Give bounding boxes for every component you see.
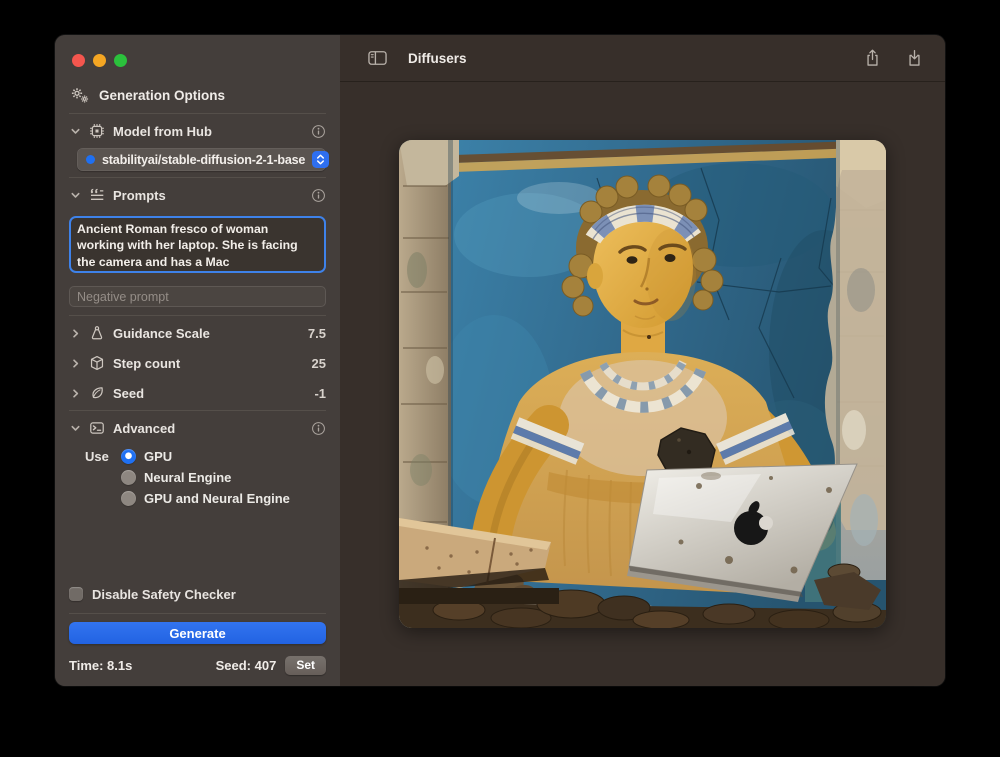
radio-gpu[interactable] (121, 449, 136, 464)
minimize-button[interactable] (93, 54, 106, 67)
generated-image[interactable] (399, 140, 886, 628)
use-label: Use (85, 449, 113, 464)
step-count-value: 25 (312, 356, 326, 371)
save-image-button[interactable] (900, 44, 928, 72)
divider (69, 613, 326, 614)
model-select-value: stabilityai/stable-diffusion-2-1-base (102, 153, 305, 167)
close-button[interactable] (72, 54, 85, 67)
divider (69, 113, 326, 114)
info-icon[interactable] (311, 421, 326, 436)
share-button[interactable] (858, 44, 886, 72)
divider (69, 410, 326, 411)
guidance-scale-label: Guidance Scale (113, 326, 210, 341)
sidebar-title: Generation Options (99, 88, 225, 103)
step-count-label: Step count (113, 356, 180, 371)
compute-option-gpu-and-neural-engine: GPU and Neural Engine (55, 489, 340, 508)
advanced-section-row: Advanced (55, 415, 340, 441)
chip-icon (88, 123, 106, 139)
main-pane: Diffusers (340, 35, 945, 686)
divider (69, 177, 326, 178)
status-bar: Time: 8.1s Seed: 407 Set (55, 644, 340, 686)
chevron-down-icon[interactable] (69, 126, 81, 137)
negative-prompt-input[interactable] (69, 286, 326, 307)
sidebar: Generation Options Model from Hub sta (55, 35, 340, 686)
compute-option-neural-engine: Neural Engine (55, 468, 340, 487)
disable-safety-checkbox[interactable] (69, 587, 83, 601)
chevron-down-icon[interactable] (69, 190, 81, 201)
model-label: Model from Hub (113, 124, 212, 139)
model-select[interactable]: stabilityai/stable-diffusion-2-1-base (77, 148, 326, 171)
seed-row: Seed -1 (55, 380, 340, 406)
cube-icon (88, 355, 106, 371)
sidebar-bottom: Disable Safety Checker Generate Time: 8.… (55, 582, 340, 686)
toolbar-actions (858, 44, 928, 72)
info-icon[interactable] (311, 188, 326, 203)
radio-gpu-and-neural-engine[interactable] (121, 491, 136, 506)
info-icon[interactable] (311, 124, 326, 139)
window-title: Diffusers (408, 51, 467, 66)
seed-status: Seed: 407 (216, 658, 277, 673)
sidebar-toggle-button[interactable] (363, 44, 391, 72)
prompt-input[interactable]: Ancient Roman fresco of woman working wi… (69, 216, 326, 273)
gears-icon (69, 87, 91, 104)
terminal-icon (88, 420, 106, 436)
traffic-lights (55, 35, 340, 67)
guidance-scale-value: 7.5 (308, 326, 326, 341)
set-seed-button[interactable]: Set (285, 656, 326, 675)
chevron-right-icon[interactable] (69, 358, 81, 369)
chevron-down-icon[interactable] (69, 423, 81, 434)
guidance-scale-row: Guidance Scale 7.5 (55, 320, 340, 346)
step-count-row: Step count 25 (55, 350, 340, 376)
model-section-row: Model from Hub (55, 118, 340, 144)
safety-checker-row: Disable Safety Checker (55, 582, 340, 606)
text-quote-icon (88, 187, 106, 203)
compute-option-gpu: Use GPU (55, 447, 340, 466)
chevron-right-icon[interactable] (69, 388, 81, 399)
seed-value: -1 (314, 386, 326, 401)
advanced-label: Advanced (113, 421, 175, 436)
zoom-button[interactable] (114, 54, 127, 67)
seed-label: Seed (113, 386, 144, 401)
chevron-right-icon[interactable] (69, 328, 81, 339)
leaf-icon (88, 385, 106, 401)
toolbar: Diffusers (340, 35, 945, 82)
model-status-dot-icon (86, 155, 95, 164)
gpu-option-label: GPU (144, 449, 172, 464)
safety-checker-label: Disable Safety Checker (92, 587, 236, 602)
prompts-section-row: Prompts (55, 182, 340, 208)
image-canvas (340, 82, 945, 686)
sidebar-header: Generation Options (55, 87, 340, 104)
radio-neural-engine[interactable] (121, 470, 136, 485)
prompts-label: Prompts (113, 188, 166, 203)
scale-weight-icon (88, 325, 106, 341)
app-window: Generation Options Model from Hub sta (55, 35, 945, 686)
divider (69, 315, 326, 316)
select-stepper-icon (312, 151, 329, 168)
time-status: Time: 8.1s (69, 658, 132, 673)
neural-engine-option-label: Neural Engine (144, 470, 231, 485)
generate-button[interactable]: Generate (69, 622, 326, 644)
gpu-neural-engine-option-label: GPU and Neural Engine (144, 491, 290, 506)
